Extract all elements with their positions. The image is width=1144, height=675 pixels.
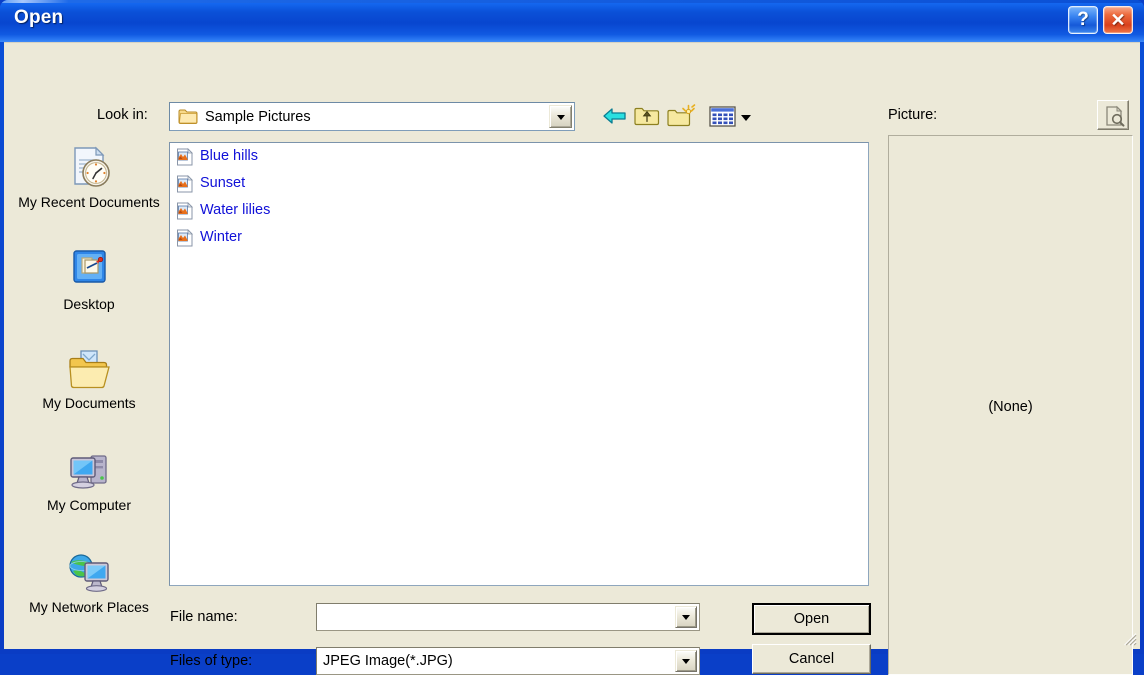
file-name-combobox[interactable] [316,603,700,631]
jpeg-image-icon [177,228,193,246]
back-button[interactable] [600,101,630,131]
file-name: Water lilies [200,202,271,218]
sidebar-item-label: My Network Places [29,599,149,615]
sidebar-item-label: My Computer [46,497,132,513]
resize-grip[interactable] [1122,631,1138,647]
sidebar-item-my-network-places[interactable]: My Network Places [16,549,162,616]
sidebar-item-my-documents[interactable]: My Documents [16,345,162,412]
sidebar-item-my-recent-documents[interactable]: My Recent Documents [16,144,162,211]
sidebar-item-label: My Recent Documents [18,194,160,210]
files-of-type-value: JPEG Image(*.JPG) [323,653,453,669]
dialog-client-area: Look in: Sample Pictures Picture: My Rec… [4,42,1140,675]
sidebar-item-my-computer[interactable]: My Computer [16,447,162,514]
create-new-folder-button[interactable] [666,101,696,131]
file-name: Winter [200,229,242,245]
look-in-label: Look in: [97,107,148,123]
look-in-value: Sample Pictures [205,109,311,125]
list-item[interactable]: Sunset [170,170,868,197]
open-button[interactable]: Open [752,603,871,635]
file-name: Sunset [200,175,246,191]
sidebar-item-label: My Documents [42,395,136,411]
chevron-down-icon [556,114,565,120]
my-computer-icon [70,455,107,489]
new-folder-icon [667,104,696,127]
network-places-icon [69,554,109,592]
files-of-type-label: Files of type: [170,653,253,669]
preview-empty-text: (None) [988,399,1033,415]
file-name: Blue hills [200,148,259,164]
places-bar: My Recent Documents Desktop My Documents… [16,142,162,662]
up-folder-icon [634,107,660,126]
look-in-dropdown-arrow[interactable] [549,105,572,128]
sidebar-item-desktop[interactable]: Desktop [16,246,162,313]
look-in-combobox[interactable]: Sample Pictures [169,102,575,131]
desktop-icon [73,250,106,283]
chevron-down-icon [682,659,690,664]
help-button[interactable]: ? [1068,6,1098,34]
picture-preview-panel: (None) [888,135,1133,675]
views-grid-icon [709,106,736,127]
my-documents-folder-icon [69,350,110,389]
sidebar-item-label: Desktop [63,296,115,312]
list-item[interactable]: Water lilies [170,197,868,224]
open-dialog-window: Open ? ✕ Look in: Sample Pictures Pictur… [0,0,1144,675]
jpeg-image-icon [177,201,193,219]
chevron-down-icon [741,115,751,121]
list-item[interactable]: Winter [170,224,868,251]
file-name-label: File name: [170,609,238,625]
window-title: Open [14,7,64,28]
title-bar: Open ? ✕ [0,0,1144,42]
back-arrow-icon [603,108,626,124]
cancel-button[interactable]: Cancel [752,644,871,674]
views-dropdown-arrow[interactable] [740,111,752,123]
close-icon[interactable]: ✕ [1103,6,1133,34]
file-list[interactable]: Blue hills Sunset Water lilies Winter [169,142,869,586]
jpeg-image-icon [177,174,193,192]
views-button[interactable] [707,101,739,131]
list-item[interactable]: Blue hills [170,143,868,170]
preview-magnifier-icon[interactable] [1097,100,1129,130]
chevron-down-icon [682,615,690,620]
picture-label: Picture: [888,107,938,123]
files-of-type-combobox[interactable]: JPEG Image(*.JPG) [316,647,700,675]
up-one-level-button[interactable] [632,101,662,131]
files-of-type-dropdown-arrow[interactable] [675,650,697,672]
file-name-dropdown-arrow[interactable] [675,606,697,628]
jpeg-image-icon [177,147,193,165]
folder-icon [178,109,198,124]
resize-grip-icon [1124,633,1137,646]
recent-documents-icon [74,146,110,187]
